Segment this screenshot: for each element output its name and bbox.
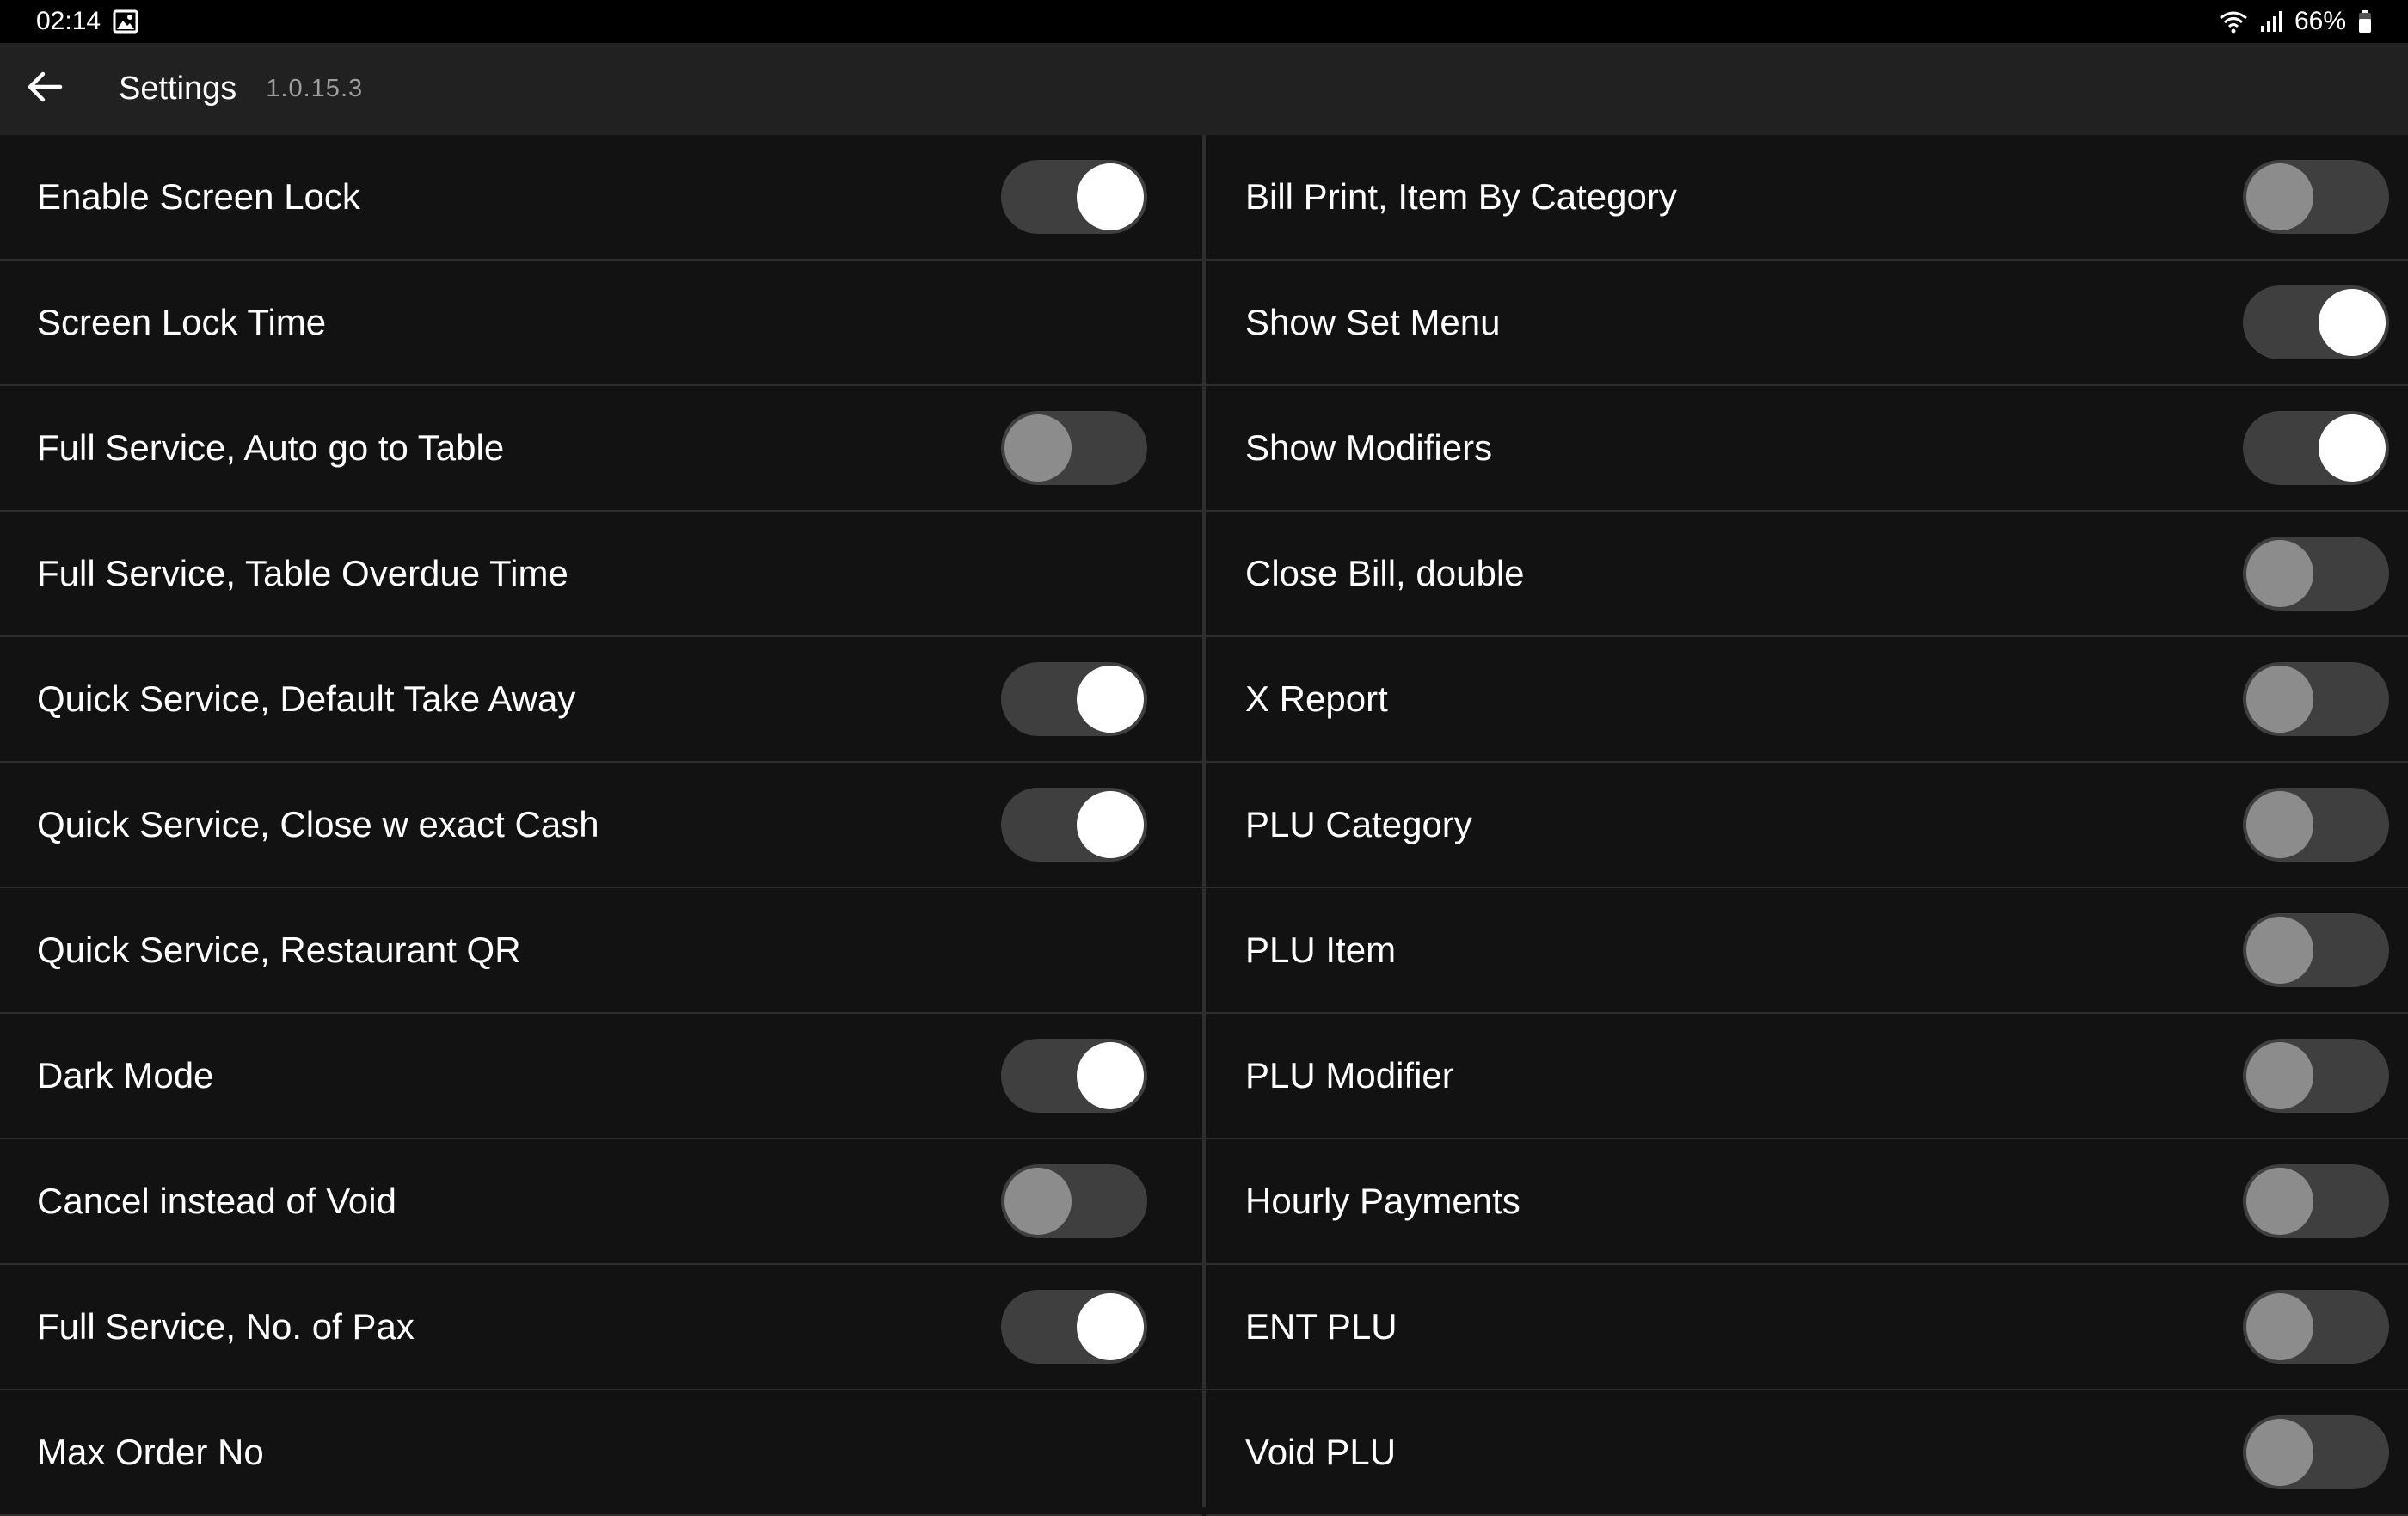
setting-row-plu-category[interactable]: PLU Category <box>1206 763 2408 888</box>
arrow-left-icon <box>26 70 64 108</box>
setting-row-close-bill-double[interactable]: Close Bill, double <box>1206 512 2408 637</box>
toggle-switch-bill-print-item-by-category[interactable] <box>2243 160 2389 234</box>
setting-row-plu-item[interactable]: PLU Item <box>1206 888 2408 1014</box>
toggle-switch-hourly-payments[interactable] <box>2243 1164 2389 1238</box>
setting-label: Hourly Payments <box>1245 1181 1520 1221</box>
setting-row-ent-plu[interactable]: ENT PLU <box>1206 1265 2408 1390</box>
setting-row-void-plu[interactable]: Void PLU <box>1206 1390 2408 1516</box>
setting-label: Quick Service, Close w exact Cash <box>37 804 599 844</box>
toggle-thumb <box>2319 289 2386 356</box>
toggle-thumb <box>1077 1042 1144 1109</box>
toggle-switch-full-service-no-of-pax[interactable] <box>1001 1290 1147 1364</box>
setting-label: PLU Modifier <box>1245 1055 1454 1096</box>
setting-label: Bill Print, Item By Category <box>1245 176 1677 217</box>
setting-label: X Report <box>1245 678 1388 719</box>
toggle-thumb <box>2246 540 2313 607</box>
settings-column-right: Bill Print, Item By Category Show Set Men… <box>1206 135 2408 1516</box>
setting-label: Show Modifiers <box>1245 427 1493 468</box>
setting-row-quick-service-restaurant-qr[interactable]: Quick Service, Restaurant QR <box>0 888 1202 1014</box>
toggle-switch-enable-screen-lock[interactable] <box>1001 160 1147 234</box>
toggle-switch-plu-item[interactable] <box>2243 913 2389 987</box>
setting-row-max-order-no[interactable]: Max Order No <box>0 1390 1202 1516</box>
setting-row-full-service-auto-go-to-table[interactable]: Full Service, Auto go to Table <box>0 386 1202 512</box>
setting-label: Max Order No <box>37 1432 264 1472</box>
image-notification-icon <box>113 9 138 34</box>
app-bar: Settings 1.0.15.3 <box>0 43 2408 135</box>
setting-row-x-report[interactable]: X Report <box>1206 637 2408 763</box>
setting-label: Screen Lock Time <box>37 302 327 342</box>
setting-label: ENT PLU <box>1245 1306 1398 1347</box>
status-bar: 02:14 66% <box>0 0 2408 43</box>
toggle-switch-show-modifiers[interactable] <box>2243 411 2389 485</box>
toggle-thumb <box>1077 163 1144 230</box>
setting-row-hourly-payments[interactable]: Hourly Payments <box>1206 1139 2408 1265</box>
toggle-switch-plu-category[interactable] <box>2243 788 2389 862</box>
setting-row-quick-service-default-take-away[interactable]: Quick Service, Default Take Away <box>0 637 1202 763</box>
setting-row-bill-print-item-by-category[interactable]: Bill Print, Item By Category <box>1206 135 2408 261</box>
setting-label: Enable Screen Lock <box>37 176 360 217</box>
setting-label: Dark Mode <box>37 1055 214 1096</box>
back-button[interactable] <box>0 43 89 135</box>
toggle-thumb <box>2246 1168 2313 1235</box>
toggle-thumb <box>1077 666 1144 733</box>
setting-label: Quick Service, Restaurant QR <box>37 930 521 970</box>
toggle-switch-full-service-auto-go-to-table[interactable] <box>1001 411 1147 485</box>
toggle-thumb <box>1077 1293 1144 1360</box>
toggle-thumb <box>2246 1293 2313 1360</box>
setting-row-quick-service-close-w-exact-cash[interactable]: Quick Service, Close w exact Cash <box>0 763 1202 888</box>
toggle-thumb <box>2246 163 2313 230</box>
setting-label: Full Service, No. of Pax <box>37 1306 415 1347</box>
setting-label: Cancel instead of Void <box>37 1181 396 1221</box>
page-title: Settings <box>119 71 237 107</box>
app-version: 1.0.15.3 <box>266 75 364 102</box>
setting-row-dark-mode[interactable]: Dark Mode <box>0 1014 1202 1139</box>
toggle-switch-close-bill-double[interactable] <box>2243 537 2389 611</box>
setting-row-show-set-menu[interactable]: Show Set Menu <box>1206 261 2408 386</box>
toggle-switch-quick-service-default-take-away[interactable] <box>1001 662 1147 736</box>
toggle-switch-dark-mode[interactable] <box>1001 1039 1147 1113</box>
setting-row-cancel-instead-of-void[interactable]: Cancel instead of Void <box>0 1139 1202 1265</box>
battery-icon <box>2358 9 2372 34</box>
toggle-switch-void-plu[interactable] <box>2243 1415 2389 1489</box>
setting-label: PLU Item <box>1245 930 1397 970</box>
toggle-switch-quick-service-close-w-exact-cash[interactable] <box>1001 788 1147 862</box>
toggle-thumb <box>2319 414 2386 482</box>
setting-label: Void PLU <box>1245 1432 1397 1472</box>
status-right: 66% <box>2219 7 2372 36</box>
setting-label: PLU Category <box>1245 804 1472 844</box>
toggle-thumb <box>2246 791 2313 858</box>
battery-percent: 66% <box>2294 7 2346 35</box>
status-left: 02:14 <box>36 7 138 36</box>
toggle-switch-x-report[interactable] <box>2243 662 2389 736</box>
setting-label: Show Set Menu <box>1245 302 1501 342</box>
toggle-thumb <box>1004 1168 1072 1235</box>
toggle-thumb <box>2246 917 2313 984</box>
toggle-switch-cancel-instead-of-void[interactable] <box>1001 1164 1147 1238</box>
toggle-thumb <box>2246 1042 2313 1109</box>
settings-content: Enable Screen Lock Screen Lock Time Full S… <box>0 135 2408 1516</box>
setting-label: Full Service, Auto go to Table <box>37 427 505 468</box>
toggle-thumb <box>1004 414 1072 482</box>
setting-row-full-service-no-of-pax[interactable]: Full Service, No. of Pax <box>0 1265 1202 1390</box>
toggle-switch-plu-modifier[interactable] <box>2243 1039 2389 1113</box>
status-time: 02:14 <box>36 7 101 35</box>
toggle-thumb <box>2246 666 2313 733</box>
setting-label: Full Service, Table Overdue Time <box>37 553 568 593</box>
setting-row-enable-screen-lock[interactable]: Enable Screen Lock <box>0 135 1202 261</box>
setting-row-show-modifiers[interactable]: Show Modifiers <box>1206 386 2408 512</box>
setting-label: Close Bill, double <box>1245 553 1525 593</box>
setting-row-screen-lock-time[interactable]: Screen Lock Time <box>0 261 1202 386</box>
toggle-switch-show-set-menu[interactable] <box>2243 285 2389 359</box>
signal-icon <box>2260 10 2282 33</box>
setting-row-full-service-table-overdue-time[interactable]: Full Service, Table Overdue Time <box>0 512 1202 637</box>
setting-label: Quick Service, Default Take Away <box>37 678 576 719</box>
settings-column-left: Enable Screen Lock Screen Lock Time Full S… <box>0 135 1202 1516</box>
toggle-thumb <box>1077 791 1144 858</box>
toggle-switch-ent-plu[interactable] <box>2243 1290 2389 1364</box>
wifi-icon <box>2219 9 2248 34</box>
toggle-thumb <box>2246 1419 2313 1486</box>
setting-row-plu-modifier[interactable]: PLU Modifier <box>1206 1014 2408 1139</box>
